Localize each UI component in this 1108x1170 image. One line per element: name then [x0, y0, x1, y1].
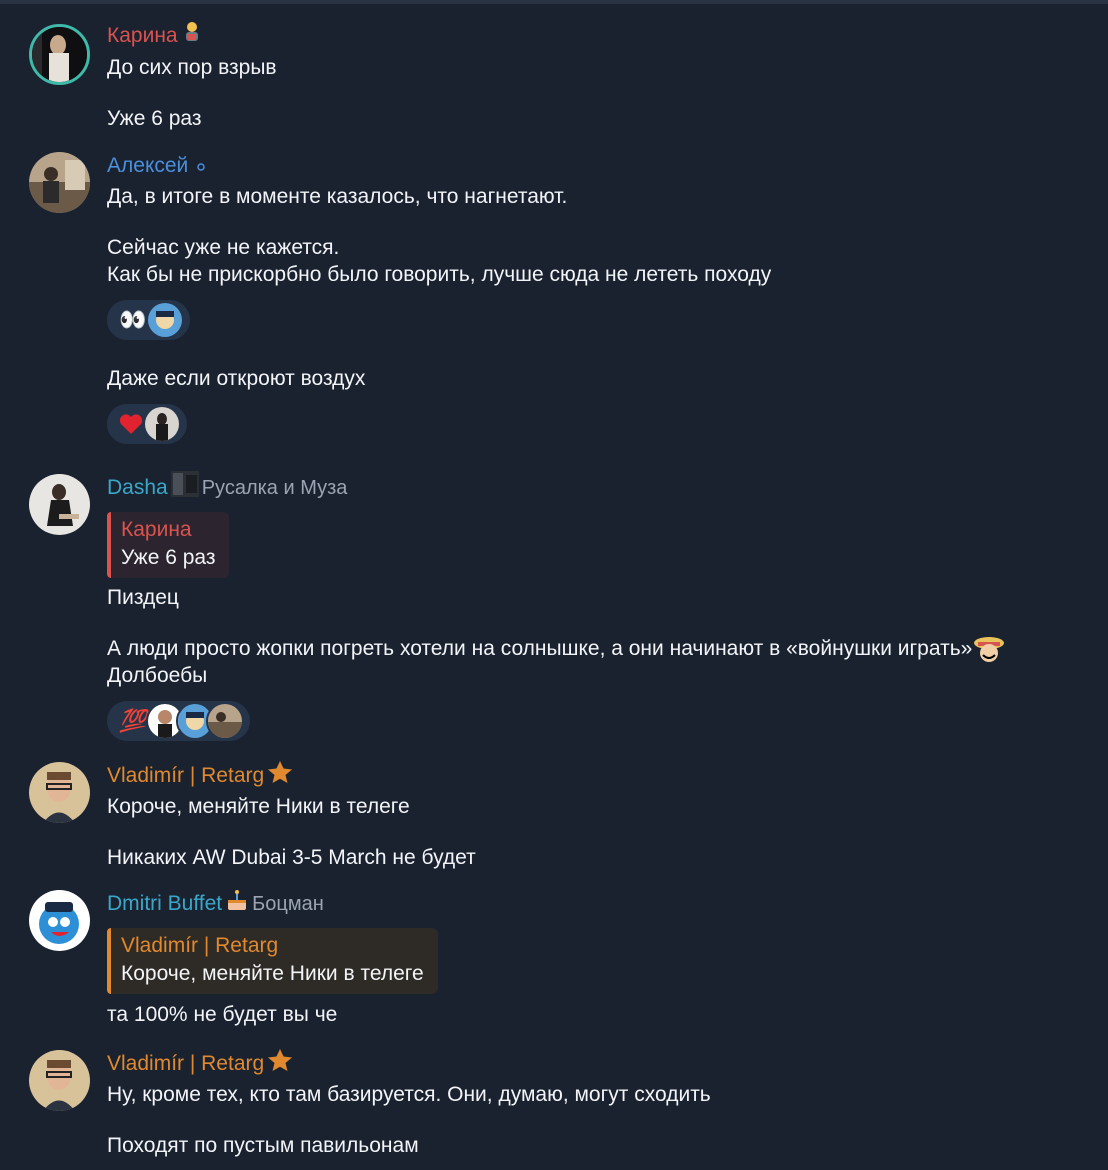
message-text: Пиздец	[107, 586, 179, 609]
sender-name-row: Vladimír | Retarg	[107, 1048, 1098, 1080]
reaction-bar[interactable]	[107, 404, 187, 444]
message-text: А люди просто жопки погреть хотели на со…	[107, 637, 973, 660]
quote-sender: Vladimír | Retarg	[121, 934, 279, 957]
message-text: Сейчас уже не кажется.	[107, 236, 340, 259]
heart-reaction	[119, 413, 143, 435]
message-text: Уже 6 раз	[107, 107, 202, 130]
reaction-bar[interactable]: 💯	[107, 701, 251, 741]
sender-name[interactable]: Dasha	[107, 474, 168, 502]
reactor-avatar	[206, 702, 245, 740]
reactor-avatar	[146, 301, 185, 339]
sender-name[interactable]: Dmitri Buffet	[107, 890, 222, 918]
quote-text: Уже 6 раз	[121, 546, 216, 569]
quote-text: Короче, меняйте Ники в телеге	[121, 962, 424, 985]
photo-badge-icon	[170, 471, 199, 505]
message-text-row: А люди просто жопки погреть хотели на со…	[107, 635, 1098, 662]
sender-name[interactable]: Карина	[107, 22, 178, 50]
avatar[interactable]	[29, 890, 90, 951]
cake-emoji-icon	[225, 888, 249, 920]
star-icon	[267, 1048, 293, 1080]
message-text: та 100% не будет вы че	[107, 1003, 338, 1026]
reply-quote[interactable]: Карина Уже 6 раз	[107, 512, 230, 578]
reaction-bar[interactable]: 👀	[107, 300, 191, 340]
sender-name[interactable]: Vladimír | Retarg	[107, 1050, 264, 1078]
top-divider	[0, 0, 1108, 4]
star-icon	[267, 760, 293, 792]
message-text: Походят по пустым павильонам	[107, 1134, 419, 1157]
avatar[interactable]	[29, 762, 90, 823]
luffy-emoji-icon	[972, 634, 1006, 664]
avatar[interactable]	[29, 1050, 90, 1111]
avatar[interactable]	[29, 152, 90, 213]
avatar[interactable]	[29, 24, 90, 85]
sender-name[interactable]: Vladimír | Retarg	[107, 762, 264, 790]
small-circle-icon	[196, 152, 206, 180]
sender-name-row: Dasha Русалка и Муза	[107, 471, 1098, 505]
sender-title: Русалка и Муза	[201, 477, 348, 499]
person-emoji-icon	[181, 21, 203, 51]
quote-sender: Карина	[121, 518, 192, 541]
hundred-reaction: 💯	[119, 708, 147, 733]
avatar[interactable]	[29, 474, 90, 535]
message-text: Короче, меняйте Ники в телеге	[107, 795, 410, 818]
message-text: Ну, кроме тех, кто там базируется. Они, …	[107, 1083, 711, 1106]
sender-name-row: Dmitri Buffet Боцман	[107, 890, 1098, 918]
message-text: Как бы не прискорбно было говорить, лучш…	[107, 263, 772, 286]
sender-title: Боцман	[252, 893, 324, 915]
sender-name[interactable]: Алексей	[107, 152, 188, 180]
reactor-avatar	[143, 405, 181, 443]
message-text: Даже если откроют воздух	[107, 367, 366, 390]
sender-name-row: Алексей	[107, 152, 1098, 180]
message-text: Никаких AW Dubai 3-5 March не будет	[107, 846, 476, 869]
eyes-reaction: 👀	[119, 307, 147, 332]
sender-name-row: Vladimír | Retarg	[107, 760, 1098, 792]
message-text: Долбоебы	[107, 664, 208, 687]
message-text: До сих пор взрыв	[107, 56, 277, 79]
reply-quote[interactable]: Vladimír | Retarg Короче, меняйте Ники в…	[107, 928, 438, 994]
message-text: Да, в итоге в моменте казалось, что нагн…	[107, 185, 568, 208]
sender-name-row: Карина	[107, 22, 1098, 50]
